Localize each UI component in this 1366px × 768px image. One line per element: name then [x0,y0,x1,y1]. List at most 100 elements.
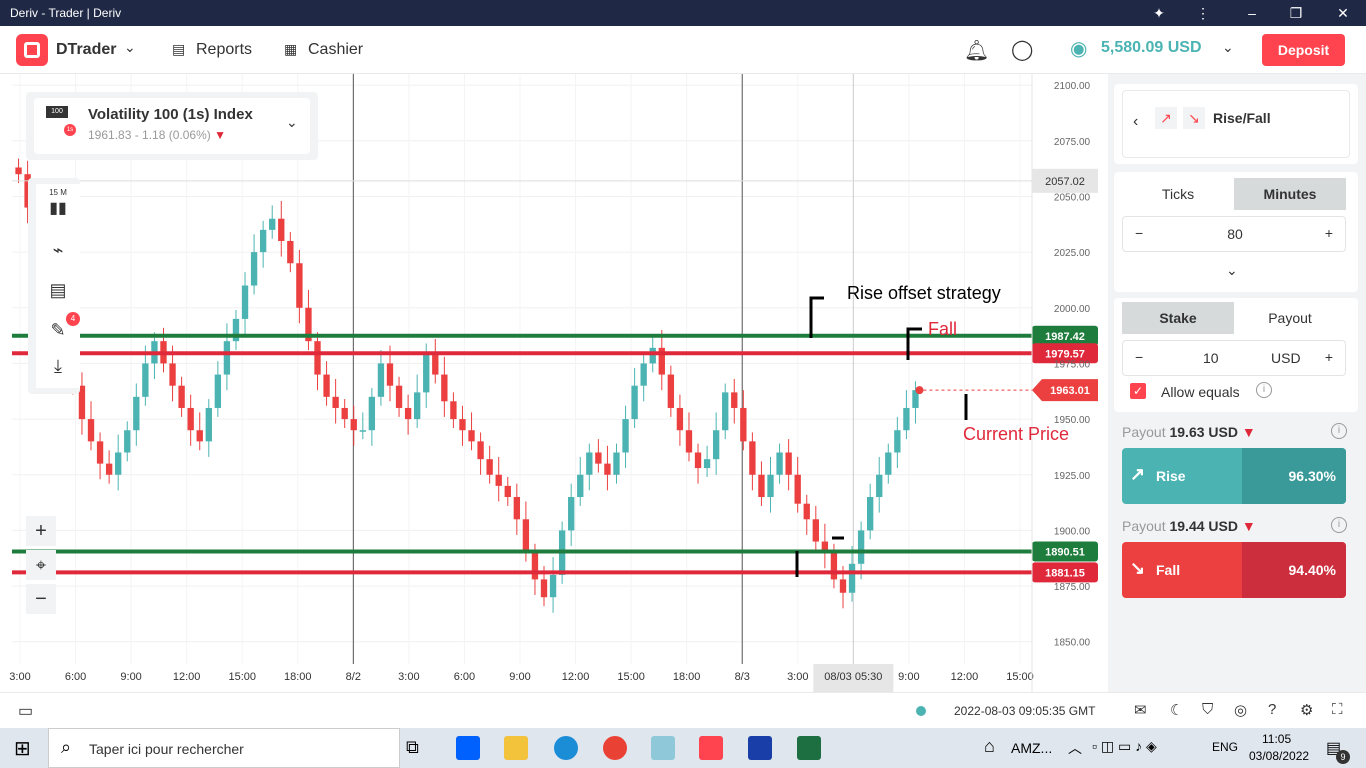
price-chart[interactable]: 1987.421979.571890.511881.15 3:00 6:00 9:0… [0,74,1108,692]
dropbox-icon[interactable] [456,736,480,760]
duration-input[interactable]: − 80 + [1122,216,1346,252]
server-time: 2022-08-03 09:05:35 GMT [954,704,1096,718]
candle-body [749,441,756,475]
more-options-icon[interactable]: ⋮ [1180,0,1226,26]
fullscreen-icon[interactable]: ⛶ [1332,701,1343,718]
close-button[interactable]: ✕ [1320,0,1366,26]
file-explorer-icon[interactable] [504,736,528,760]
y-tick-label: 2025.00 [1054,248,1091,259]
zoom-in-button[interactable]: + [26,516,56,546]
candle-body [196,430,203,442]
eu-regulation-icon[interactable]: ◎ [1234,701,1247,719]
allow-equals-label: Allow equals [1161,384,1240,400]
plus-icon[interactable]: + [1325,225,1333,241]
candle-body [894,430,901,453]
bank-icon[interactable]: ⌂ [984,736,995,757]
excel-icon[interactable] [797,736,821,760]
back-chevron-icon[interactable]: ‹ [1133,113,1138,131]
info-icon[interactable]: i [1331,517,1347,533]
chart-templates-icon[interactable]: ▤ [42,280,74,301]
tab-minutes[interactable]: Minutes [1234,178,1346,210]
clock-time[interactable]: 11:05 [1262,732,1291,746]
symbol-selector[interactable]: 100 1s Volatility 100 (1s) Index 1961.83… [26,92,318,160]
notifications-bell-icon[interactable]: 🔔︎ [964,38,989,63]
y-tick-label: 1925.00 [1054,471,1091,482]
candle-body [441,374,448,402]
candlestick-icon[interactable]: ▮▮ [42,198,74,218]
deposit-button[interactable]: Deposit [1262,34,1345,66]
tab-stake[interactable]: Stake [1122,302,1234,334]
candle-body [812,519,819,542]
livechat-icon[interactable]: ✉ [1134,701,1147,719]
chart-area[interactable]: 1987.42 1979.57 1890.51 1881.15 3:00 6:00 9:0… [0,74,1108,692]
taskbar-search[interactable]: ⌕ Taper ici pour rechercher [48,728,400,768]
symbol-chevron-icon[interactable]: ⌄ [286,114,298,131]
candle-body [876,474,883,498]
crosshair-icon[interactable]: ⌖ [26,550,56,580]
settings-gear-icon[interactable]: ⚙ [1300,701,1313,719]
nav-cashier[interactable]: Cashier [308,41,363,59]
theme-icon[interactable]: ☾ [1170,701,1183,719]
task-view-icon[interactable]: ⧉ [406,737,419,758]
stake-value: 10 [1203,350,1219,366]
deriv-logo-icon[interactable] [16,34,48,66]
x-tick-label: 12:00 [173,671,201,683]
contract-type-selector[interactable]: ‹ ↗ ↘ Rise/Fall [1122,90,1350,158]
windows-start-icon[interactable]: ⊞ [14,736,31,761]
rise-label: Rise [1156,468,1186,484]
info-icon[interactable]: i [1256,382,1272,398]
fall-purchase-button[interactable]: ↘ Fall 94.40% [1122,542,1346,598]
language-indicator[interactable]: ENG [1212,740,1238,754]
candle-body [839,579,847,593]
rise-icon: ↗ [1130,464,1146,484]
download-icon[interactable]: ⤓ [42,356,74,377]
maximize-button[interactable]: ❐ [1273,0,1319,26]
tray-chevron-icon[interactable]: ︿ [1068,738,1082,758]
chevron-down-icon[interactable]: ⌄ [124,39,136,56]
chrome-icon[interactable] [603,736,627,760]
stake-input[interactable]: − 10 USD + [1122,340,1346,376]
responsible-trading-icon[interactable]: ⛉ [1202,701,1213,718]
minimize-button[interactable]: – [1229,0,1275,26]
x-tick-label: 3:00 [398,671,419,683]
down-arrow-icon: ▼ [1241,424,1256,440]
platform-switcher[interactable]: DTrader [56,41,116,59]
candle-body [694,452,702,469]
expand-chevron-icon[interactable]: ⌄ [1226,262,1238,279]
crosshair-price-label: 2057.02 [1045,176,1085,188]
zoom-out-button[interactable]: − [26,584,56,614]
account-icon[interactable]: ◯ [1011,37,1033,62]
nav-reports[interactable]: Reports [196,41,252,59]
candle-body [885,452,892,475]
minus-icon[interactable]: − [1135,349,1143,365]
tab-ticks[interactable]: Ticks [1122,178,1234,210]
positions-icon[interactable]: ▭ [18,701,33,721]
indicators-icon[interactable]: ⌁ [42,240,74,261]
candle-body [241,285,249,319]
candle-body [631,385,638,420]
extensions-icon[interactable]: ✦ [1136,0,1182,26]
edge-browser-icon[interactable] [554,736,578,760]
candle-body [676,407,684,431]
candle-body [15,167,22,175]
rise-purchase-button[interactable]: ↗ Rise 96.30% [1122,448,1346,504]
candle-body [386,363,394,386]
candle-body [450,401,457,420]
plus-icon[interactable]: + [1325,349,1333,365]
candle-body [540,579,548,598]
tab-payout[interactable]: Payout [1234,302,1346,334]
help-icon[interactable]: ? [1268,701,1276,718]
clock-date[interactable]: 03/08/2022 [1249,749,1309,763]
allow-equals-checkbox[interactable]: ✓ [1130,383,1146,399]
deriv-taskbar-icon[interactable] [699,736,723,760]
y-tick-label: 1900.00 [1054,526,1091,537]
x-tick-label: 15:00 [617,671,645,683]
app-icon[interactable] [748,736,772,760]
x-tick-label: 18:00 [284,671,312,683]
account-chevron-icon[interactable]: ⌄ [1222,39,1234,56]
info-icon[interactable]: i [1331,423,1347,439]
app-icon[interactable] [651,736,675,760]
tray-icons[interactable]: ▫ ◫ ▭ ♪ ◈ [1092,738,1157,755]
candle-body [549,574,557,598]
account-balance[interactable]: 5,580.09 USD [1101,39,1202,57]
